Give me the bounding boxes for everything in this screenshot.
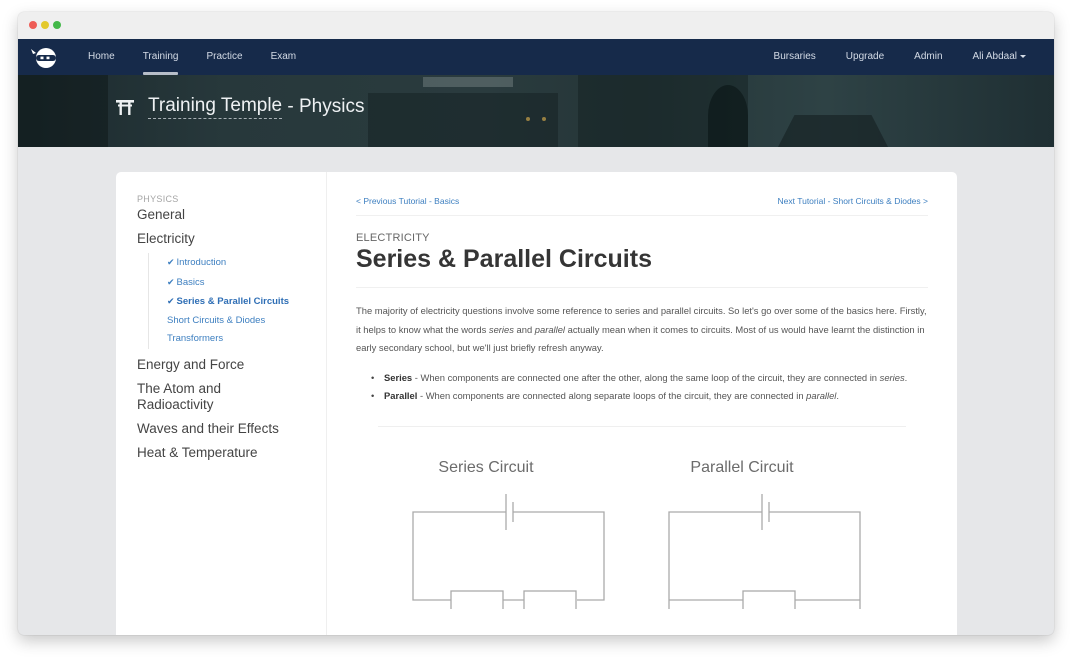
ninja-logo-icon[interactable] — [31, 44, 59, 70]
minimize-window-button[interactable] — [41, 21, 49, 29]
nav-secondary: Bursaries Upgrade Admin Ali Abdaal — [744, 39, 1026, 75]
section-label: ELECTRICITY — [356, 232, 430, 244]
banner-palm-shape — [708, 85, 748, 147]
parallel-circuit-title: Parallel Circuit — [690, 458, 794, 476]
check-icon: ✔ — [167, 257, 175, 267]
browser-window: Home Training Practice Exam Bursaries Up… — [18, 12, 1054, 635]
sidebar-topic-general[interactable]: General — [137, 207, 326, 223]
previous-tutorial-link[interactable]: < Previous Tutorial - Basics — [356, 196, 459, 206]
tutorial-title: Series & Parallel Circuits — [356, 245, 928, 288]
definition-term: Parallel — [384, 390, 418, 401]
nav-home[interactable]: Home — [88, 39, 115, 75]
breadcrumb-training-temple[interactable]: Training Temple — [148, 95, 283, 119]
subtopic-label: Short Circuits & Diodes — [167, 314, 266, 326]
subtopic-label: Series & Parallel Circuits — [176, 296, 290, 307]
definition-text: - When components are connected along se… — [417, 390, 807, 401]
banner-roof-shape — [778, 115, 888, 147]
banner-tree-shape — [18, 75, 108, 147]
sidebar-topic-electricity[interactable]: Electricity — [137, 231, 326, 247]
tutorial-content: < Previous Tutorial - Basics Next Tutori… — [356, 172, 928, 627]
definition-series: Series - When components are connected o… — [371, 369, 928, 388]
breadcrumb-physics: - Physics — [282, 96, 365, 117]
resistor — [523, 589, 577, 609]
sidebar-topic-atom-radioactivity[interactable]: The Atom and Radioactivity — [137, 381, 247, 413]
nav-training[interactable]: Training — [142, 39, 178, 75]
electricity-subtopics: ✔ Introduction ✔ Basics ✔ Series & Parallel… — [148, 253, 326, 349]
circuit-diagrams: Series Circuit Parallel Circuit — [356, 427, 928, 627]
nav-bursaries[interactable]: Bursaries — [774, 39, 816, 75]
series-wire — [412, 510, 506, 601]
resistor — [450, 589, 504, 609]
nav-primary: Home Training Practice Exam — [88, 39, 324, 75]
torii-gate-icon — [116, 100, 134, 115]
definition-parallel: Parallel - When components are connected… — [371, 387, 928, 406]
user-menu[interactable]: Ali Abdaal — [973, 39, 1026, 75]
nav-upgrade[interactable]: Upgrade — [846, 39, 884, 75]
sidebar-topic-energy-force[interactable]: Energy and Force — [137, 357, 326, 373]
series-wire — [513, 510, 605, 601]
intro-emphasis: series — [488, 323, 514, 335]
nav-practice[interactable]: Practice — [206, 39, 242, 75]
definition-emphasis: series — [879, 371, 905, 383]
subtopic-label: Transformers — [167, 333, 224, 344]
resistor — [742, 589, 796, 609]
sidebar-heading: PHYSICS — [137, 194, 179, 204]
tutorial-navigation: < Previous Tutorial - Basics Next Tutori… — [356, 172, 928, 216]
definition-end: . — [836, 390, 839, 401]
definition-text: - When components are connected one afte… — [412, 371, 880, 383]
user-name: Ali Abdaal — [972, 51, 1017, 62]
subtopic-transformers[interactable]: Transformers — [167, 330, 326, 349]
window-titlebar — [18, 12, 1054, 39]
next-tutorial-link[interactable]: Next Tutorial - Short Circuits & Diodes … — [778, 196, 928, 206]
page-banner: Training Temple - Physics — [18, 75, 1054, 147]
caret-down-icon — [1020, 54, 1026, 58]
definition-emphasis: parallel — [806, 390, 837, 401]
definition-term: Series — [384, 371, 413, 383]
subtopic-introduction[interactable]: ✔ Introduction — [167, 253, 326, 273]
sidebar-topic-waves[interactable]: Waves and their Effects — [137, 421, 326, 437]
subtopic-basics[interactable]: ✔ Basics — [167, 273, 326, 293]
definition-end: . — [904, 371, 908, 383]
parallel-circuit-diagram — [668, 493, 861, 609]
nav-exam[interactable]: Exam — [271, 39, 297, 75]
topic-sidebar: PHYSICS General Electricity ✔ Introductio… — [116, 172, 327, 635]
intro-text: and — [513, 323, 535, 335]
subtopic-label: Introduction — [176, 257, 227, 268]
series-circuit-diagram — [412, 493, 605, 609]
intro-paragraph: The majority of electricity questions in… — [356, 302, 928, 358]
definitions-list: Series - When components are connected o… — [356, 369, 928, 406]
close-window-button[interactable] — [29, 21, 37, 29]
subtopic-short-circuits[interactable]: Short Circuits & Diodes — [167, 312, 326, 331]
subtopic-series-parallel[interactable]: ✔ Series & Parallel Circuits — [167, 292, 326, 312]
check-icon: ✔ — [167, 296, 175, 306]
top-navbar: Home Training Practice Exam Bursaries Up… — [18, 39, 1054, 75]
series-circuit-title: Series Circuit — [438, 458, 534, 476]
sidebar-topic-heat[interactable]: Heat & Temperature — [137, 445, 326, 461]
intro-emphasis: parallel — [534, 323, 565, 335]
page-title: Training Temple - Physics — [116, 95, 364, 119]
banner-roof-highlight — [423, 77, 513, 87]
banner-light — [542, 117, 546, 121]
nav-admin[interactable]: Admin — [914, 39, 942, 75]
maximize-window-button[interactable] — [53, 21, 61, 29]
tutorial-card: PHYSICS General Electricity ✔ Introductio… — [116, 172, 957, 635]
subtopic-label: Basics — [176, 276, 205, 288]
check-icon: ✔ — [167, 276, 175, 287]
banner-light — [526, 117, 530, 121]
